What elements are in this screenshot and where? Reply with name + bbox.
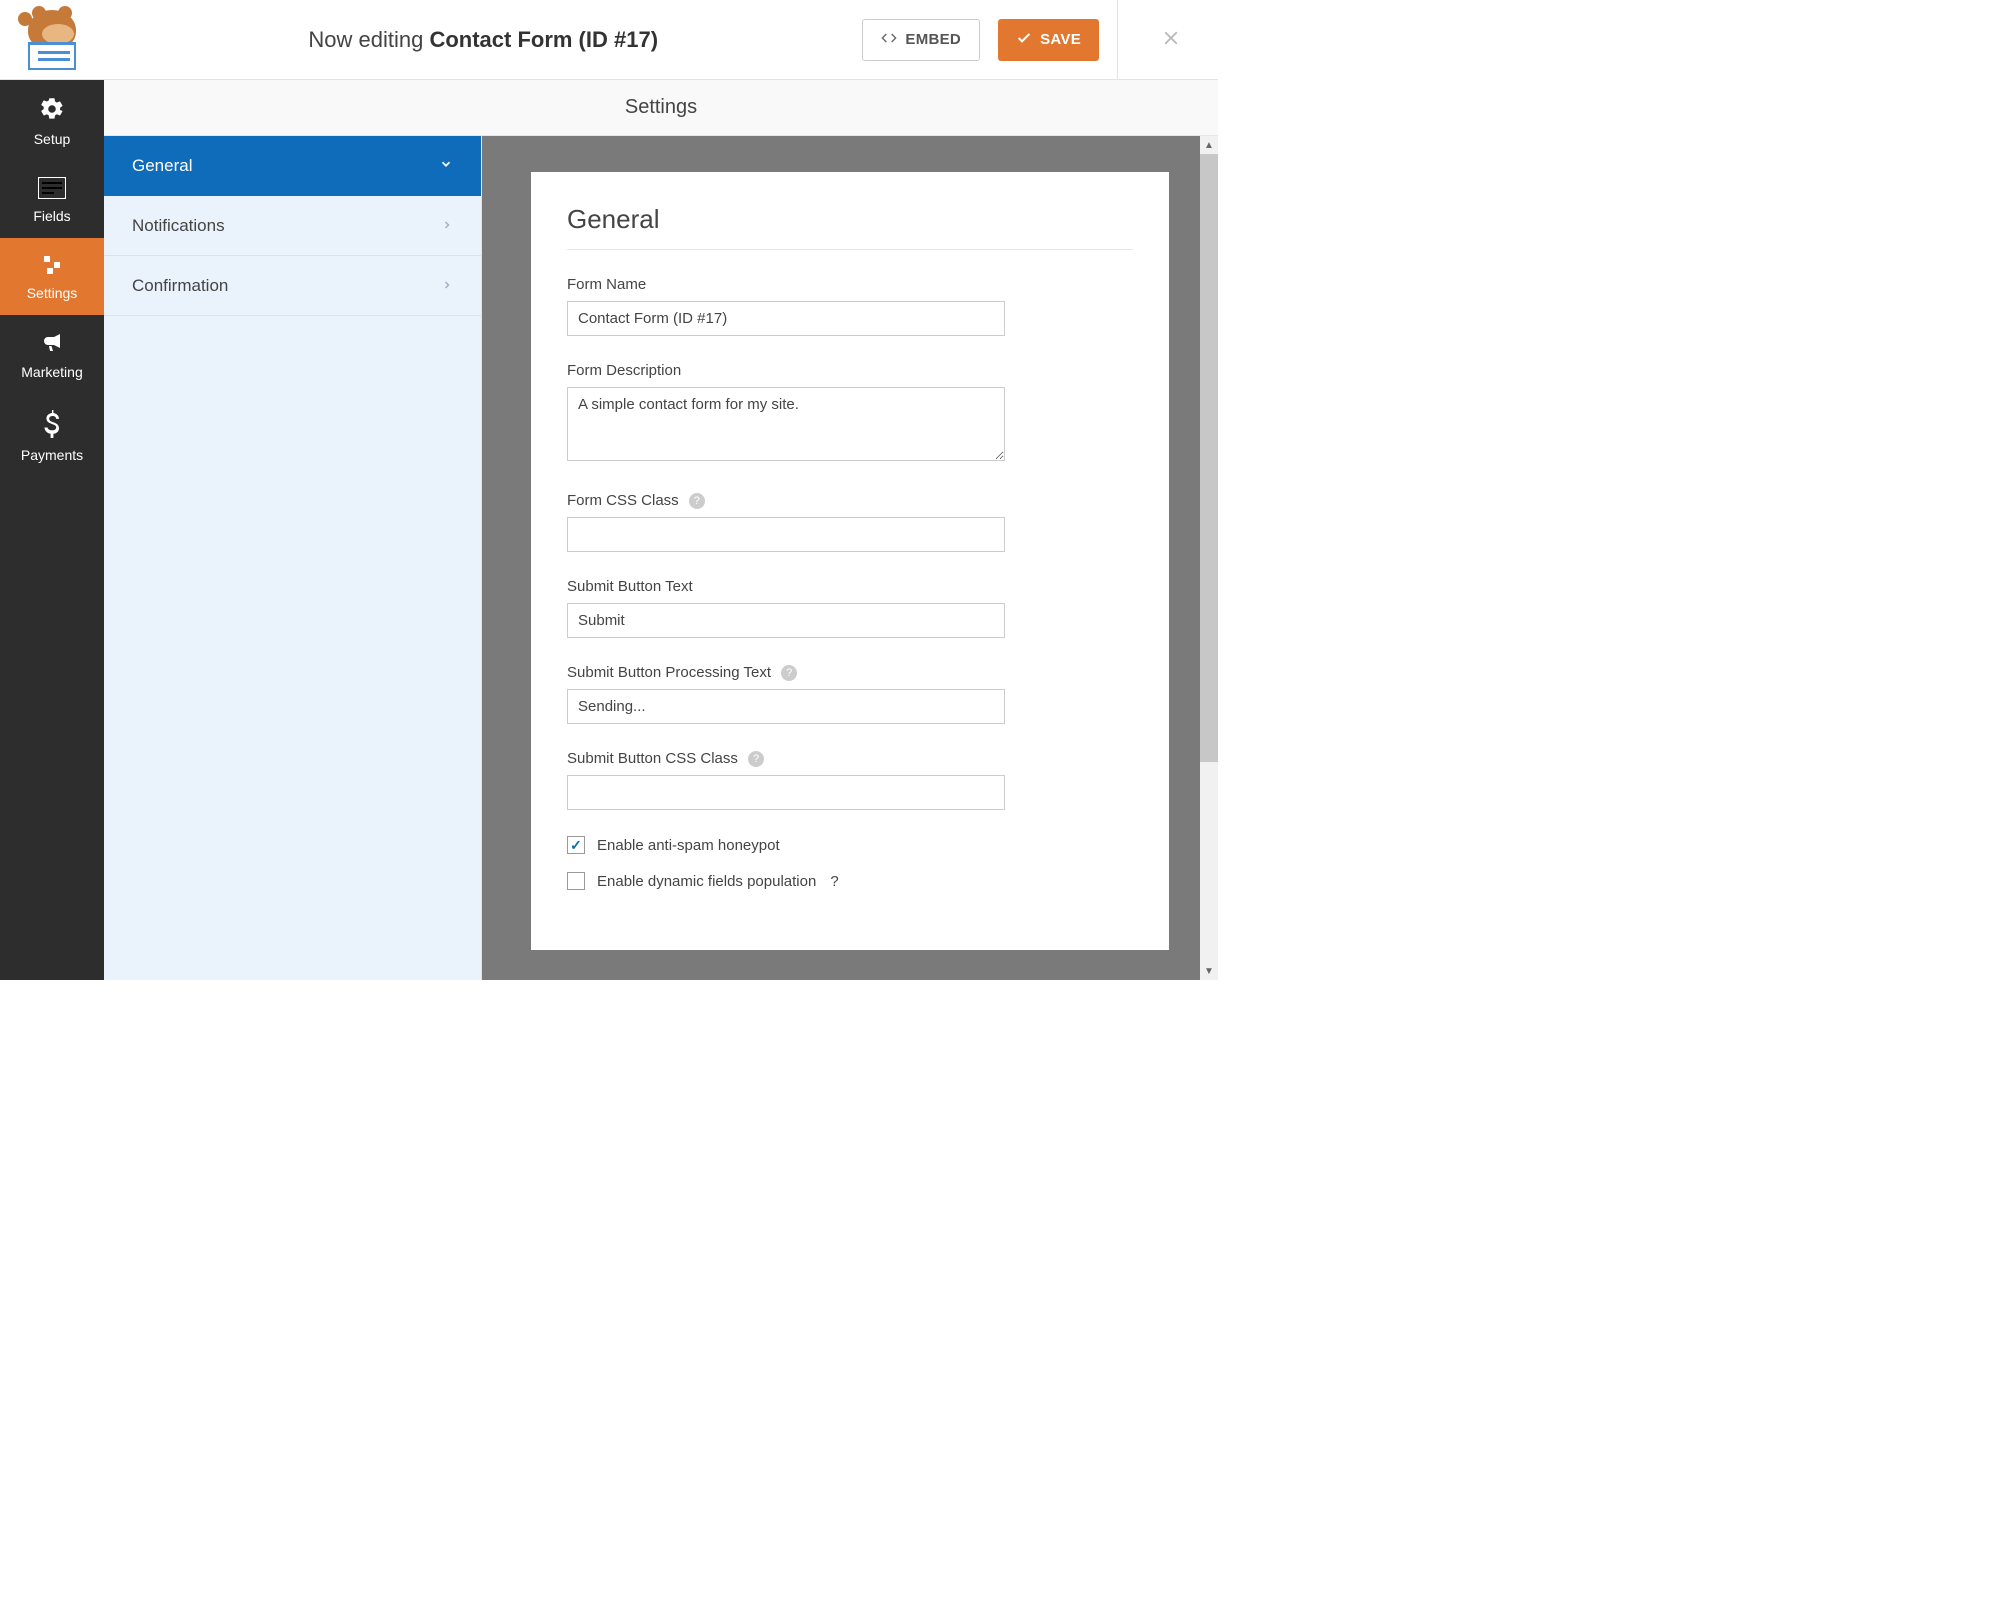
field-form-description: Form Description — [567, 362, 1133, 466]
subnav-general-label: General — [132, 156, 192, 176]
leftnav-marketing-label: Marketing — [21, 364, 82, 380]
editing-prefix: Now editing — [308, 27, 429, 52]
leftnav-payments[interactable]: Payments — [0, 394, 104, 477]
form-desc-input[interactable] — [567, 387, 1005, 461]
subnav-confirmation-label: Confirmation — [132, 276, 228, 296]
app-root: Now editing Contact Form (ID #17) EMBED … — [0, 0, 1218, 980]
gear-icon — [0, 96, 104, 125]
submit-proc-label: Submit Button Processing Text ? — [567, 664, 1133, 681]
check-dynamic-row: Enable dynamic fields population ? — [567, 872, 1133, 890]
field-submit-processing: Submit Button Processing Text ? — [567, 664, 1133, 724]
help-icon[interactable]: ? — [748, 751, 764, 767]
editing-name: Contact Form (ID #17) — [429, 27, 658, 52]
dollar-icon — [0, 410, 104, 441]
wpforms-logo[interactable] — [22, 10, 82, 70]
settings-subnav: General Notifications Confirmation — [104, 136, 482, 980]
subnav-notifications-label: Notifications — [132, 216, 225, 236]
field-submit-css: Submit Button CSS Class ? — [567, 750, 1133, 810]
form-css-input[interactable] — [567, 517, 1005, 552]
submit-css-input[interactable] — [567, 775, 1005, 810]
form-desc-label: Form Description — [567, 362, 1133, 379]
top-actions: EMBED SAVE — [862, 0, 1218, 80]
save-label: SAVE — [1040, 31, 1081, 48]
chevron-right-icon — [441, 216, 453, 236]
honeypot-checkbox[interactable] — [567, 836, 585, 854]
chevron-down-icon — [439, 156, 453, 176]
leftnav-fields[interactable]: Fields — [0, 161, 104, 238]
chevron-right-icon — [441, 276, 453, 296]
submit-proc-input[interactable] — [567, 689, 1005, 724]
embed-label: EMBED — [905, 31, 961, 48]
code-icon — [881, 30, 897, 50]
leftnav-setup[interactable]: Setup — [0, 80, 104, 161]
leftnav-fields-label: Fields — [33, 208, 70, 224]
help-icon[interactable]: ? — [781, 665, 797, 681]
form-name-input[interactable] — [567, 301, 1005, 336]
help-icon[interactable]: ? — [830, 873, 838, 890]
help-icon[interactable]: ? — [689, 493, 705, 509]
leftnav-settings-label: Settings — [27, 285, 78, 301]
list-icon — [0, 177, 104, 202]
submit-text-label: Submit Button Text — [567, 578, 1133, 595]
embed-button[interactable]: EMBED — [862, 19, 980, 61]
logo-slot — [0, 0, 104, 79]
dynamic-checkbox[interactable] — [567, 872, 585, 890]
page-title: Settings — [104, 80, 1218, 136]
check-icon — [1016, 30, 1032, 50]
subnav-confirmation[interactable]: Confirmation — [104, 256, 481, 316]
form-name-label: Form Name — [567, 276, 1133, 293]
submit-css-label: Submit Button CSS Class ? — [567, 750, 1133, 767]
bullhorn-icon — [0, 331, 104, 358]
editing-title: Now editing Contact Form (ID #17) — [104, 27, 862, 53]
field-submit-text: Submit Button Text — [567, 578, 1133, 638]
subnav-general[interactable]: General — [104, 136, 481, 196]
subnav-notifications[interactable]: Notifications — [104, 196, 481, 256]
leftnav-marketing[interactable]: Marketing — [0, 315, 104, 394]
work-area: General Notifications Confirmation — [104, 136, 1218, 980]
leftnav-setup-label: Setup — [34, 131, 71, 147]
topbar: Now editing Contact Form (ID #17) EMBED … — [0, 0, 1218, 80]
form-css-label: Form CSS Class ? — [567, 492, 1133, 509]
scroll-down-icon[interactable]: ▼ — [1200, 962, 1218, 980]
vertical-divider — [1117, 0, 1118, 80]
leftnav: Setup Fields Settings Marketing — [0, 80, 104, 980]
canvas: General Form Name Form Description Form … — [482, 136, 1218, 980]
panel-heading: General — [567, 204, 1133, 250]
dynamic-label: Enable dynamic fields population — [597, 873, 816, 890]
submit-text-input[interactable] — [567, 603, 1005, 638]
field-form-name: Form Name — [567, 276, 1133, 336]
save-button[interactable]: SAVE — [998, 19, 1099, 61]
field-form-css: Form CSS Class ? — [567, 492, 1133, 552]
honeypot-label: Enable anti-spam honeypot — [597, 837, 780, 854]
sliders-icon — [0, 254, 104, 279]
leftnav-payments-label: Payments — [21, 447, 83, 463]
scrollbar-thumb[interactable] — [1200, 154, 1218, 762]
main: Setup Fields Settings Marketing — [0, 80, 1218, 980]
leftnav-settings[interactable]: Settings — [0, 238, 104, 315]
check-honeypot-row: Enable anti-spam honeypot — [567, 836, 1133, 854]
close-button[interactable] — [1136, 24, 1206, 56]
center: Settings General Notifications — [104, 80, 1218, 980]
settings-panel: General Form Name Form Description Form … — [531, 172, 1169, 950]
scroll-up-icon[interactable]: ▲ — [1200, 136, 1218, 154]
